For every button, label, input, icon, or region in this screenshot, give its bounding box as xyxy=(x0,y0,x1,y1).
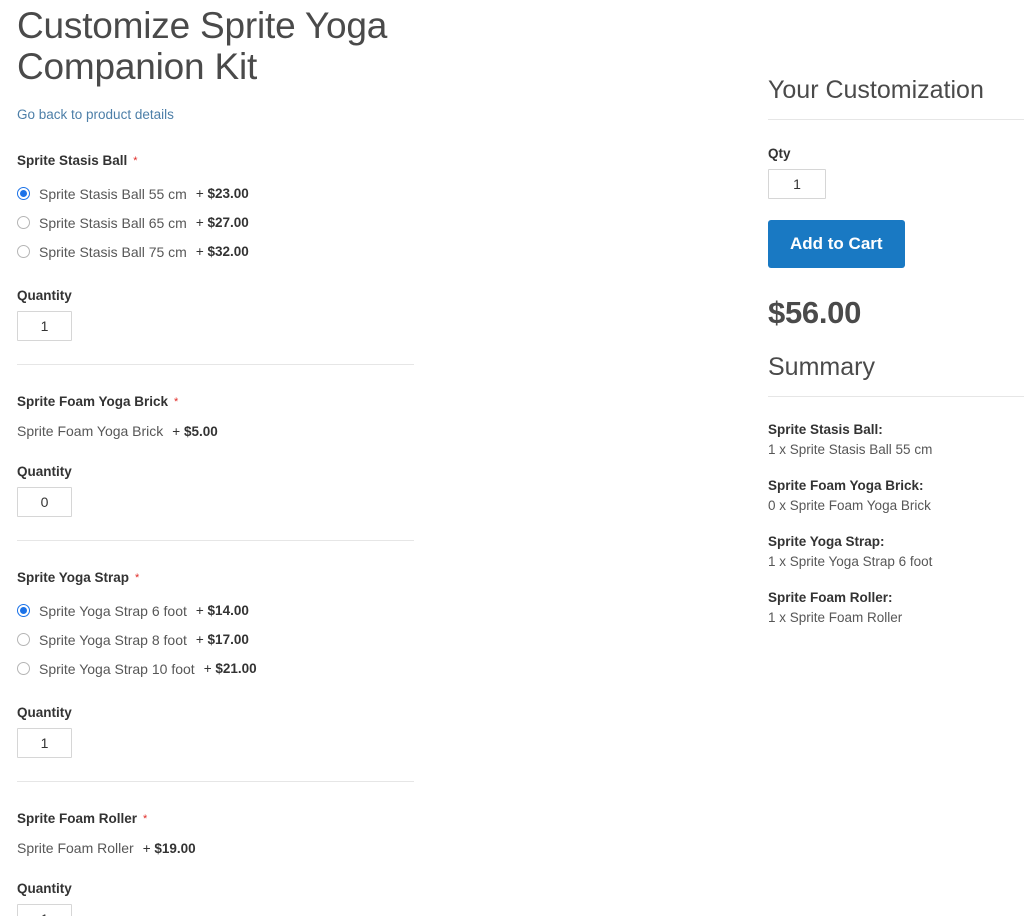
option-group: Sprite Yoga Strap * Sprite Yoga Strap 6 fo… xyxy=(17,569,437,758)
price-plus-sign: + xyxy=(203,661,212,676)
price-plus-sign: + xyxy=(195,215,204,230)
summary-list: Sprite Stasis Ball: 1 x Sprite Stasis Bal… xyxy=(768,421,1024,627)
total-price: $56.00 xyxy=(768,295,862,330)
price-amount: $23.00 xyxy=(207,186,249,201)
option-quantity-label: Quantity xyxy=(17,288,72,303)
required-asterisk: * xyxy=(133,155,138,167)
option-group: Sprite Stasis Ball * Sprite Stasis Ball 55… xyxy=(17,152,437,341)
option-single-row: Sprite Foam Yoga Brick + $5.00 xyxy=(17,420,437,442)
option-choice-price: + $23.00 xyxy=(196,186,249,201)
summary-heading: Summary xyxy=(768,353,875,381)
option-choice-label: Sprite Yoga Strap 6 foot xyxy=(39,602,187,619)
price-plus-sign: + xyxy=(142,840,151,856)
required-asterisk: * xyxy=(135,572,140,584)
option-group-divider xyxy=(17,364,414,365)
radio-selected-icon[interactable] xyxy=(17,604,30,617)
option-choice-label: Sprite Yoga Strap 10 foot xyxy=(39,660,195,677)
price-amount: $21.00 xyxy=(215,661,257,676)
sidebar-heading-divider xyxy=(768,119,1024,120)
summary-item-value: 1 x Sprite Yoga Strap 6 foot xyxy=(768,554,933,569)
option-choice-label: Sprite Foam Yoga Brick xyxy=(17,423,164,439)
option-radio-row[interactable]: Sprite Stasis Ball 55 cm + $23.00 xyxy=(17,179,437,208)
price-amount: $17.00 xyxy=(207,632,249,647)
radio-unselected-icon[interactable] xyxy=(17,662,30,675)
summary-item: Sprite Foam Yoga Brick: 0 x Sprite Foam Y… xyxy=(768,477,1024,515)
option-radio-row[interactable]: Sprite Yoga Strap 8 foot + $17.00 xyxy=(17,625,437,654)
option-group: Sprite Foam Yoga Brick * Sprite Foam Yoga … xyxy=(17,393,437,517)
option-quantity-label: Quantity xyxy=(17,881,72,896)
customization-sidebar: Your Customization Qty Add to Cart $56.0… xyxy=(768,0,1024,627)
price-plus-sign: + xyxy=(195,186,204,201)
required-asterisk: * xyxy=(143,813,148,825)
option-choice-price: + $21.00 xyxy=(204,661,257,676)
summary-item-value: 0 x Sprite Foam Yoga Brick xyxy=(768,498,931,513)
price-amount: $19.00 xyxy=(154,840,196,856)
price-plus-sign: + xyxy=(195,603,204,618)
option-quantity-input[interactable] xyxy=(17,728,72,758)
radio-unselected-icon[interactable] xyxy=(17,245,30,258)
option-choice-price: + $19.00 xyxy=(143,841,196,856)
price-plus-sign: + xyxy=(195,632,204,647)
sidebar-qty-label: Qty xyxy=(768,146,791,161)
summary-item-title: Sprite Foam Yoga Brick: xyxy=(768,478,924,493)
go-back-to-product-details-link[interactable]: Go back to product details xyxy=(17,107,174,123)
required-asterisk: * xyxy=(174,396,179,408)
summary-item-value: 1 x Sprite Stasis Ball 55 cm xyxy=(768,442,933,457)
option-group-divider xyxy=(17,781,414,782)
summary-item-title: Sprite Stasis Ball: xyxy=(768,422,883,437)
summary-item: Sprite Yoga Strap: 1 x Sprite Yoga Strap … xyxy=(768,533,1024,571)
option-choice-label: Sprite Yoga Strap 8 foot xyxy=(39,631,187,648)
option-radio-row[interactable]: Sprite Stasis Ball 65 cm + $27.00 xyxy=(17,208,437,237)
option-choice-price: + $17.00 xyxy=(196,632,249,647)
option-choice-label: Sprite Stasis Ball 75 cm xyxy=(39,243,187,260)
add-to-cart-button[interactable]: Add to Cart xyxy=(768,220,905,268)
radio-selected-icon[interactable] xyxy=(17,187,30,200)
option-groups-list: Sprite Stasis Ball * Sprite Stasis Ball 55… xyxy=(17,152,437,916)
option-quantity-input[interactable] xyxy=(17,311,72,341)
price-plus-sign: + xyxy=(172,423,181,439)
option-choice-price: + $14.00 xyxy=(196,603,249,618)
option-group-divider xyxy=(17,540,414,541)
option-choice-price: + $27.00 xyxy=(196,215,249,230)
option-choice-label: Sprite Foam Roller xyxy=(17,840,134,856)
options-column: Customize Sprite Yoga Companion Kit Go b… xyxy=(17,0,437,916)
option-quantity-label: Quantity xyxy=(17,464,72,479)
price-amount: $32.00 xyxy=(207,244,249,259)
option-radio-row[interactable]: Sprite Yoga Strap 6 foot + $14.00 xyxy=(17,596,437,625)
option-choice-label: Sprite Stasis Ball 65 cm xyxy=(39,214,187,231)
option-group-title: Sprite Foam Roller * xyxy=(17,811,148,826)
option-radio-row[interactable]: Sprite Yoga Strap 10 foot + $21.00 xyxy=(17,654,437,683)
summary-item: Sprite Stasis Ball: 1 x Sprite Stasis Bal… xyxy=(768,421,1024,459)
option-group-title: Sprite Yoga Strap * xyxy=(17,570,140,585)
summary-item-title: Sprite Foam Roller: xyxy=(768,590,893,605)
option-group-title: Sprite Foam Yoga Brick * xyxy=(17,394,179,409)
summary-heading-divider xyxy=(768,396,1024,397)
sidebar-heading: Your Customization xyxy=(768,76,984,104)
option-quantity-label: Quantity xyxy=(17,705,72,720)
option-group: Sprite Foam Roller * Sprite Foam Roller + $… xyxy=(17,810,437,916)
option-radio-row[interactable]: Sprite Stasis Ball 75 cm + $32.00 xyxy=(17,237,437,266)
price-plus-sign: + xyxy=(195,244,204,259)
summary-item-value: 1 x Sprite Foam Roller xyxy=(768,610,903,625)
option-quantity-input[interactable] xyxy=(17,904,72,916)
option-single-row: Sprite Foam Roller + $19.00 xyxy=(17,837,437,859)
option-choice-price: + $32.00 xyxy=(196,244,249,259)
price-amount: $27.00 xyxy=(207,215,249,230)
option-group-title: Sprite Stasis Ball * xyxy=(17,153,138,168)
summary-item-title: Sprite Yoga Strap: xyxy=(768,534,885,549)
price-amount: $14.00 xyxy=(207,603,249,618)
page-title: Customize Sprite Yoga Companion Kit xyxy=(17,5,388,87)
radio-unselected-icon[interactable] xyxy=(17,633,30,646)
option-choice-label: Sprite Stasis Ball 55 cm xyxy=(39,185,187,202)
option-quantity-input[interactable] xyxy=(17,487,72,517)
radio-unselected-icon[interactable] xyxy=(17,216,30,229)
summary-item: Sprite Foam Roller: 1 x Sprite Foam Rolle… xyxy=(768,589,1024,627)
option-choice-price: + $5.00 xyxy=(172,424,217,439)
customize-product-page: Customize Sprite Yoga Companion Kit Go b… xyxy=(0,0,1024,916)
sidebar-qty-input[interactable] xyxy=(768,169,826,199)
summary-section: Summary Sprite Stasis Ball: 1 x Sprite St… xyxy=(768,352,1024,627)
price-amount: $5.00 xyxy=(183,423,218,439)
